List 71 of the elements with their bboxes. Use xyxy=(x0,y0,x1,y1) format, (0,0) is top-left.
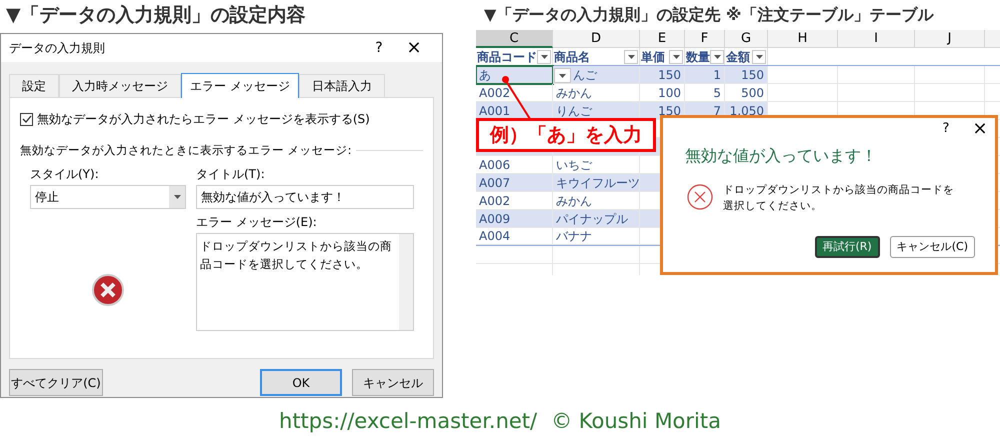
table-cell: A009 xyxy=(476,210,553,228)
copyright-text: © Koushi Morita xyxy=(551,408,721,435)
tab[interactable]: エラー メッセージ xyxy=(181,73,299,98)
tab[interactable]: 入力時メッセージ xyxy=(59,74,181,97)
site-url: https://excel-master.net/ xyxy=(279,408,538,435)
table-cell xyxy=(768,66,838,84)
column-header[interactable]: D xyxy=(553,30,640,48)
section-heading: ▼「データの入力規則」の設定内容 xyxy=(5,3,307,28)
alert-message: ドロップダウンリストから該当の商品コードを選択してください。 xyxy=(723,183,955,214)
close-button[interactable]: × xyxy=(971,120,989,138)
help-button[interactable]: ? xyxy=(937,119,955,139)
check-icon xyxy=(22,115,32,123)
filter-button[interactable] xyxy=(537,50,551,64)
table-cell: 150 xyxy=(725,66,768,84)
column-header[interactable]: J xyxy=(915,30,985,48)
message-field[interactable]: ドロップダウンリストから該当の商品コードを選択してください。 xyxy=(196,233,414,332)
error-icon xyxy=(91,273,125,308)
column-header[interactable]: F xyxy=(685,30,725,48)
dialog-button[interactable]: すべてクリア(C) xyxy=(9,369,103,396)
caret-icon xyxy=(559,74,566,78)
caret-icon xyxy=(174,195,180,200)
section-heading: ▼「データの入力規則」の設定先 ※「注文テーブル」テーブル xyxy=(483,4,935,26)
filter-button[interactable] xyxy=(710,50,724,64)
table-cell: A004 xyxy=(476,228,553,245)
caret-icon xyxy=(714,54,720,58)
title-field[interactable]: 無効な値が入っています！ xyxy=(196,185,414,210)
caret-icon xyxy=(756,54,762,58)
checkbox-label: 無効なデータが入力されたらエラー メッセージを表示する(S) xyxy=(37,111,370,128)
caret-icon xyxy=(540,54,548,58)
table-cell: キウイフルーツ xyxy=(553,174,640,192)
dialog-button[interactable]: OK xyxy=(260,369,342,396)
table-cell: 150 xyxy=(640,66,685,84)
table-header: 商品名 xyxy=(554,48,591,66)
message-label: エラー メッセージ(E): xyxy=(196,214,318,232)
table-cell: A007 xyxy=(476,174,553,192)
filter-button[interactable] xyxy=(669,50,683,64)
dialog-button[interactable]: キャンセル xyxy=(352,369,434,396)
column-header[interactable]: H xyxy=(768,30,838,48)
table-cell xyxy=(915,66,985,84)
alert-button[interactable]: 再試行(R) xyxy=(814,236,880,258)
table-header: 数量 xyxy=(686,48,710,66)
table-header: 単価 xyxy=(641,48,666,66)
title-label: タイトル(T): xyxy=(196,166,266,184)
style-label: スタイル(Y): xyxy=(30,166,100,184)
filter-button[interactable] xyxy=(752,50,766,64)
table-header: 金額 xyxy=(726,48,751,66)
style-dropdown[interactable]: 停止 xyxy=(30,185,186,210)
table-header: 商品コード xyxy=(477,48,537,66)
caret-icon xyxy=(672,54,680,58)
column-header[interactable]: E xyxy=(640,30,685,48)
window-title: データの入力規則 xyxy=(9,40,106,57)
table-cell: バナナ xyxy=(553,228,640,245)
table-cell: パイナップル xyxy=(553,210,640,228)
alert-button[interactable]: キャンセル(C) xyxy=(890,236,975,258)
close-button[interactable]: × xyxy=(394,39,434,57)
column-header[interactable]: C xyxy=(476,30,553,48)
help-button[interactable]: ? xyxy=(364,38,394,58)
callout-text: 例）「あ」を入力 xyxy=(490,122,642,148)
checkbox[interactable] xyxy=(20,112,33,126)
tab[interactable]: 設定 xyxy=(9,74,59,97)
tab[interactable]: 日本語入力 xyxy=(298,74,385,97)
column-header[interactable]: G xyxy=(725,30,768,48)
alert-title: 無効な値が入っています！ xyxy=(685,145,878,167)
group-label: 無効なデータが入力されたときに表示するエラー メッセージ: xyxy=(20,142,352,159)
filter-button[interactable] xyxy=(624,50,638,64)
table-cell: あ xyxy=(476,66,553,84)
cell-dropdown-button[interactable] xyxy=(554,68,571,83)
table-cell: 1 xyxy=(685,66,725,84)
caret-icon xyxy=(628,54,634,58)
error-icon xyxy=(687,184,713,210)
column-header[interactable]: I xyxy=(838,30,915,48)
